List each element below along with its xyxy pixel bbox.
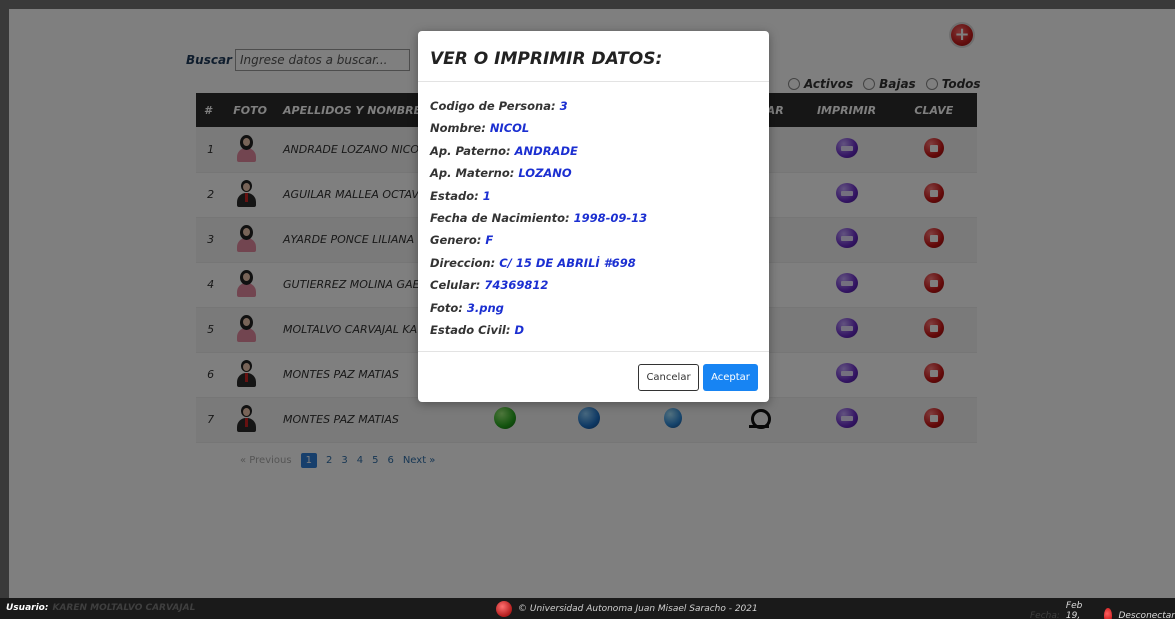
modal-field: Genero: F [430, 229, 757, 251]
footer-user-label: Usuario: [6, 603, 49, 613]
field-label: Ap. Materno: [430, 166, 515, 181]
view-print-modal: VER O IMPRIMIR DATOS: Codigo de Persona:… [418, 31, 769, 402]
modal-body: Codigo de Persona: 3 Nombre: NICOL Ap. Pater… [418, 82, 769, 341]
modal-field: Fecha de Nacimiento: 1998-09-13 [430, 207, 757, 229]
field-value: D [514, 322, 525, 337]
modal-field: Nombre: NICOL [430, 117, 757, 139]
field-label: Codigo de Persona: [430, 99, 556, 113]
field-value: 1998-09-13 [573, 210, 648, 225]
logout-link[interactable]: Desconectar [1118, 611, 1175, 619]
status-footer: Usuario: KAREN MOLTALVO CARVAJAL © Univer… [0, 598, 1175, 619]
field-label: Direccion: [430, 255, 496, 270]
field-value: F [485, 233, 494, 248]
field-label: Fecha de Nacimiento: [430, 210, 570, 225]
modal-field: Foto: 3.png [430, 297, 757, 319]
field-value: 74369812 [484, 278, 549, 293]
footer-date: Feb 19, 2021 [1065, 601, 1083, 619]
field-value: 3.png [466, 300, 504, 315]
modal-field: Codigo de Persona: 3 [430, 95, 757, 117]
field-value: LOZANO [518, 166, 572, 181]
footer-copyright: © Universidad Autonoma Juan Misael Sarac… [496, 601, 758, 617]
field-label: Ap. Paterno: [430, 143, 511, 158]
field-label: Estado: [430, 188, 479, 203]
modal-title: VER O IMPRIMIR DATOS: [418, 31, 769, 82]
field-label: Estado Civil: [430, 322, 511, 337]
field-value: 3 [559, 99, 568, 113]
field-value: C/ 15 DE ABRILİ #698 [499, 255, 636, 270]
footer-user: Usuario: KAREN MOLTALVO CARVAJAL [6, 603, 195, 613]
field-label: Nombre: [430, 121, 486, 136]
modal-field: Celular: 74369812 [430, 274, 757, 296]
modal-field: Estado Civil: D [430, 319, 757, 341]
field-label: Genero: [430, 233, 482, 248]
footer-user-name: KAREN MOLTALVO CARVAJAL [52, 603, 196, 613]
cancel-button[interactable]: Cancelar [638, 364, 699, 391]
field-label: Celular: [430, 278, 481, 293]
footer-copyright-text: © Universidad Autonoma Juan Misael Sarac… [518, 604, 758, 614]
university-logo-icon [496, 601, 512, 617]
modal-field: Ap. Paterno: ANDRADE [430, 140, 757, 162]
modal-field: Ap. Materno: LOZANO [430, 162, 757, 184]
accept-button[interactable]: Aceptar [703, 364, 758, 391]
field-value: 1 [482, 188, 491, 203]
modal-field: Estado: 1 [430, 185, 757, 207]
footer-right: Fecha: Feb 19, 2021 Desconectar [1030, 601, 1175, 619]
field-label: Foto: [430, 300, 463, 315]
footer-date-label: Fecha: [1030, 611, 1060, 619]
power-icon[interactable] [1103, 608, 1113, 619]
modal-footer: Cancelar Aceptar [418, 351, 769, 402]
field-value: ANDRADE [514, 143, 578, 158]
field-value: NICOL [489, 121, 530, 136]
modal-field: Direccion: C/ 15 DE ABRILİ #698 [430, 252, 757, 274]
